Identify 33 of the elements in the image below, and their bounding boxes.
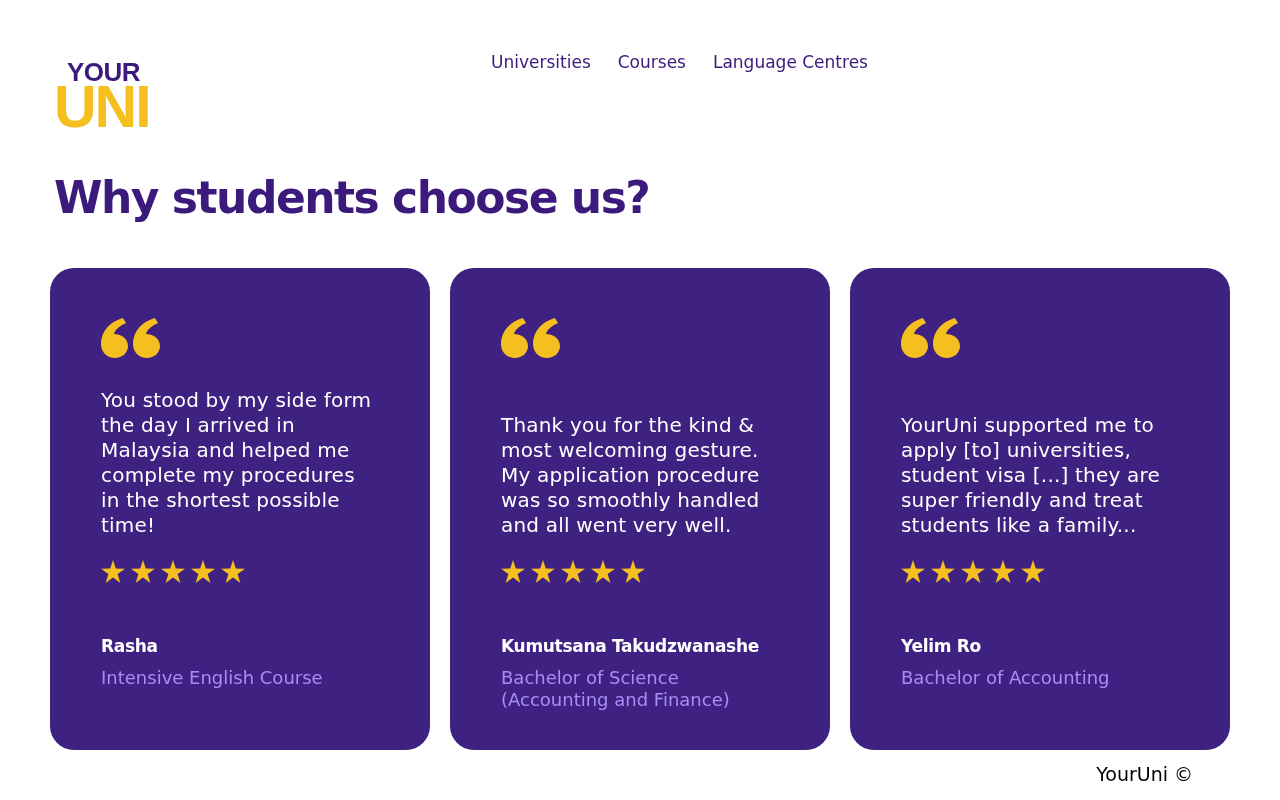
star-icon (561, 560, 585, 583)
star-icon (191, 560, 215, 583)
quote-mark-icon (901, 318, 961, 358)
nav-link[interactable]: Courses (617, 50, 686, 76)
star-icon (961, 560, 985, 583)
testimonial-quote: You stood by my side form the day I arrived in Malaysia and helped me complete my procedures in the shortest possible time! (101, 388, 373, 538)
nav-link[interactable]: Universities (491, 50, 591, 76)
course-name: Bachelor of Science (Accounting and Finance) (501, 667, 731, 711)
section-heading: Why students choose us? (54, 171, 650, 225)
course-name: Intensive English Course (101, 667, 323, 689)
star-icon (901, 560, 925, 583)
star-icon (991, 560, 1015, 583)
star-icon (161, 560, 185, 583)
copyright-text: YourUni © (1096, 762, 1193, 786)
star-icon (101, 560, 125, 583)
star-icon (931, 560, 955, 583)
reviewer-name: Kumutsana Takudzwanashe (501, 635, 759, 657)
star-icon (621, 560, 645, 583)
quote-mark-icon (501, 318, 561, 358)
nav-link[interactable]: Language Centres (712, 50, 868, 76)
star-icon (501, 560, 525, 583)
testimonial-quote: Thank you for the kind & most welcoming gesture. My application procedure was so smoothly handled and all went very well. (501, 413, 761, 538)
star-icon (131, 560, 155, 583)
star-icon (221, 560, 245, 583)
quote-mark-icon (101, 318, 161, 358)
reviewer-name: Yelim Ro (901, 635, 981, 657)
course-name: Bachelor of Accounting (901, 667, 1110, 689)
star-icon (531, 560, 555, 583)
star-icon (591, 560, 615, 583)
testimonial-quote: YourUni supported me to apply [to] universities, student visa [...] they are super friendly and treat students like a family... (901, 413, 1162, 538)
reviewer-name: Rasha (101, 635, 158, 657)
star-icon (1021, 560, 1045, 583)
logo[interactable]: YOUR UNI (54, 60, 154, 130)
